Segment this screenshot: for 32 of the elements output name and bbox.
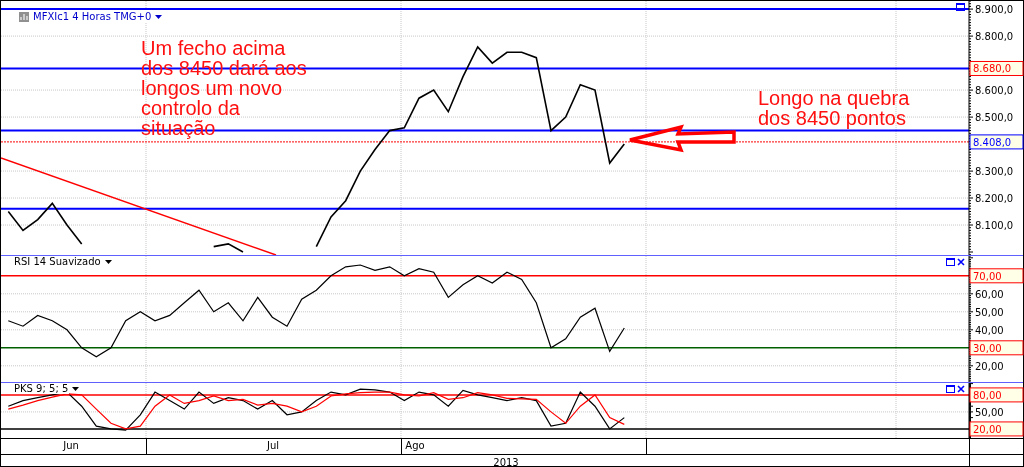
price-tag: 8.680,0 [969, 61, 1024, 76]
month-label: Ago [405, 440, 425, 451]
ref-line-label: 8.408,0 [973, 136, 1012, 148]
axis-label: 8.100,0 [975, 220, 1014, 232]
axis-label: 20,00 [975, 360, 1004, 372]
chart-note: Longo na quebra dos 8450 pontos [758, 88, 910, 128]
year-label: 2013 [493, 457, 519, 467]
price-tag: 80,00 [969, 387, 1024, 403]
y-tick-label: 20,00 [973, 423, 1002, 435]
panel-title: RSI 14 Suavizado [13, 256, 102, 267]
price-tag: 70,00 [969, 268, 1024, 284]
panel-title: MFXIc1 4 Horas TMG+0 [32, 11, 153, 22]
axis-label: 8.800,0 [975, 31, 1014, 43]
axis-label: 50,00 [975, 306, 1004, 318]
axis-label: 40,00 [975, 324, 1004, 336]
axis-label: 8.200,0 [975, 193, 1014, 205]
panel-title: PKS 9; 5; 5 [13, 383, 70, 394]
price-tag: 30,00 [969, 340, 1024, 356]
axis-label: 8.600,0 [975, 85, 1014, 97]
ref-line-label: 30,00 [973, 342, 1002, 354]
axis-label: 60,00 [975, 288, 1004, 300]
y-tick-label: 80,00 [973, 389, 1002, 401]
axis-label: 8.900,0 [975, 4, 1014, 16]
axis-label: 8.300,0 [975, 166, 1014, 178]
axis-label: 50,00 [975, 406, 1004, 418]
price-tag: 8.408,0 [969, 134, 1024, 150]
axis-label: 8.500,0 [975, 112, 1014, 124]
month-label: Jul [266, 440, 280, 451]
ref-line-label: 70,00 [973, 270, 1002, 282]
month-label: Jun [63, 440, 79, 451]
price-tag: 20,00 [969, 421, 1024, 437]
ref-line-label: 8.680,0 [973, 63, 1012, 75]
